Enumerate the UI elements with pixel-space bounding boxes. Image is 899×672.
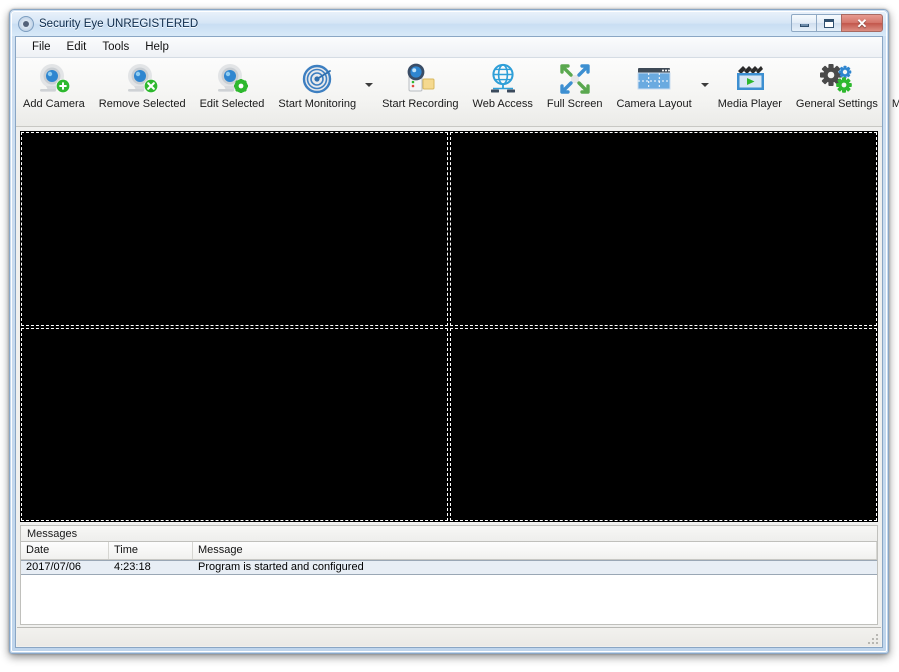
toolbar-label-remove-selected: Remove Selected (98, 98, 186, 110)
close-icon: ✕ (856, 15, 868, 31)
security-eye-icon (18, 16, 34, 32)
toolbar-label-media-player: Media Player (717, 98, 782, 110)
toolbar-label-edit-selected: Edit Selected (199, 98, 265, 110)
column-header-message[interactable]: Message (193, 542, 877, 559)
book-icon (895, 62, 899, 96)
camera-remove-icon (124, 62, 160, 96)
toolbar-label-general-settings: General Settings (795, 98, 878, 110)
toolbar-label-start-monitoring: Start Monitoring (278, 98, 357, 110)
client-area: File Edit Tools Help Add Camera Remove S… (15, 36, 899, 648)
toolbar-button-full-screen[interactable]: Full Screen (540, 62, 610, 118)
camcorder-icon (402, 62, 438, 96)
toolbar-label-manual: Manual (891, 98, 899, 110)
toolbar-button-manual[interactable]: Manual (885, 62, 899, 118)
menu-item-edit[interactable]: Edit (59, 39, 95, 55)
chevron-down-icon (700, 83, 709, 87)
toolbar-button-start-monitoring[interactable]: Start Monitoring (271, 62, 363, 118)
fullscreen-arrows-icon (559, 62, 591, 96)
minimize-button[interactable] (791, 14, 817, 32)
cell-time: 4:23:18 (114, 561, 151, 573)
status-bar (17, 627, 881, 646)
title-bar[interactable]: Security Eye UNREGISTERED ✕ (12, 12, 886, 36)
toolbar-button-web-access[interactable]: Web Access (466, 62, 540, 118)
toolbar: Add Camera Remove Selected Edit Selected… (16, 58, 899, 127)
menu-bar: File Edit Tools Help (16, 37, 882, 58)
resize-grip-icon[interactable] (867, 633, 879, 645)
maximize-icon (824, 18, 834, 28)
camera-pane-2[interactable] (450, 132, 877, 326)
toolbar-split-camera-layout: Camera Layout (609, 62, 710, 118)
toolbar-button-remove-selected[interactable]: Remove Selected (92, 62, 193, 118)
toolbar-dropdown-camera-layout[interactable] (699, 62, 711, 118)
media-player-icon (732, 62, 768, 96)
camera-pane-3[interactable] (21, 327, 448, 521)
toolbar-label-start-recording: Start Recording (382, 98, 459, 110)
messages-table[interactable]: Date Time Message 2017/07/06 4:23:18 Pro… (20, 541, 878, 625)
messages-header-row: Date Time Message (21, 542, 877, 560)
window-controls: ✕ (791, 14, 883, 32)
camera-grid (20, 131, 878, 522)
camera-pane-4[interactable] (450, 327, 877, 521)
camera-pane-1[interactable] (21, 132, 448, 326)
toolbar-dropdown-start-monitoring[interactable] (363, 62, 375, 118)
column-header-date[interactable]: Date (21, 542, 109, 559)
radar-icon (300, 62, 334, 96)
menu-item-file[interactable]: File (24, 39, 59, 55)
table-row[interactable]: 2017/07/06 4:23:18 Program is started an… (21, 560, 877, 575)
menu-item-tools[interactable]: Tools (94, 39, 137, 55)
camera-edit-icon (214, 62, 250, 96)
toolbar-button-general-settings[interactable]: General Settings (789, 62, 885, 118)
toolbar-button-media-player[interactable]: Media Player (711, 62, 789, 118)
minimize-icon (799, 24, 809, 27)
column-header-time[interactable]: Time (109, 542, 193, 559)
camera-add-icon (36, 62, 72, 96)
cell-date: 2017/07/06 (26, 561, 82, 573)
globe-network-icon (486, 62, 520, 96)
toolbar-button-add-camera[interactable]: Add Camera (16, 62, 92, 118)
toolbar-button-edit-selected[interactable]: Edit Selected (193, 62, 272, 118)
close-button[interactable]: ✕ (841, 14, 883, 32)
toolbar-label-add-camera: Add Camera (23, 98, 85, 110)
toolbar-label-web-access: Web Access (472, 98, 533, 110)
messages-caption: Messages (20, 525, 878, 541)
window-title: Security Eye UNREGISTERED (39, 18, 199, 30)
cell-message: Program is started and configured (198, 561, 364, 573)
toolbar-button-start-recording[interactable]: Start Recording (375, 62, 465, 118)
menu-item-help[interactable]: Help (137, 39, 177, 55)
gears-icon (819, 62, 855, 96)
toolbar-split-start-monitoring: Start Monitoring (271, 62, 375, 118)
chevron-down-icon (365, 83, 374, 87)
grid-layout-icon (635, 62, 673, 96)
toolbar-label-camera-layout: Camera Layout (616, 98, 692, 110)
maximize-button[interactable] (816, 14, 842, 32)
toolbar-label-full-screen: Full Screen (546, 98, 603, 110)
toolbar-button-camera-layout[interactable]: Camera Layout (609, 62, 698, 118)
messages-panel: Messages Date Time Message 2017/07/06 4:… (20, 525, 878, 625)
window-inner-frame: Security Eye UNREGISTERED ✕ File Edit To… (11, 11, 899, 652)
application-window: Security Eye UNREGISTERED ✕ File Edit To… (9, 9, 899, 654)
